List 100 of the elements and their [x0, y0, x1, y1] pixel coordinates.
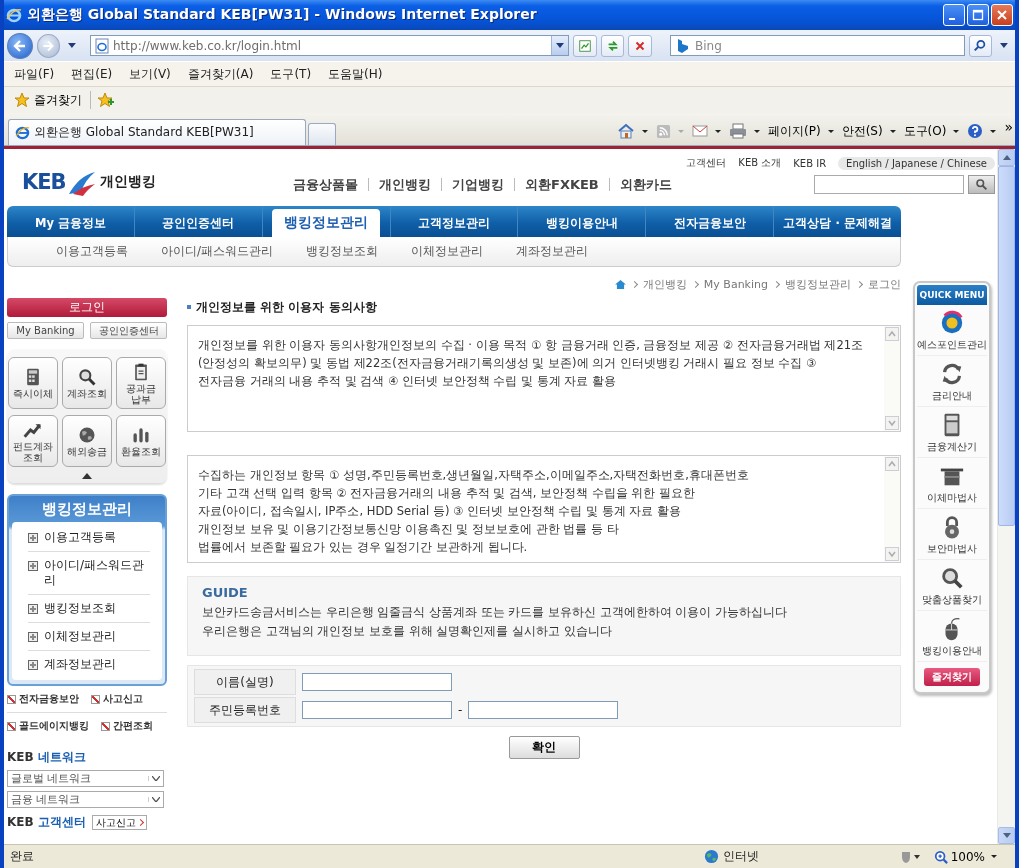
nav-tab[interactable]: 공인인증센터 — [158, 209, 239, 237]
caret-icon[interactable] — [1000, 43, 1008, 48]
dropdown-button[interactable] — [551, 36, 569, 55]
menu-item[interactable]: 도구(T) — [270, 65, 312, 83]
stop-button[interactable] — [628, 34, 652, 57]
search-button[interactable] — [968, 175, 995, 194]
sidebar-link[interactable]: 골드에이지뱅킹 — [7, 719, 89, 733]
main-link[interactable]: 외환FXKEB — [514, 178, 609, 191]
home-button[interactable] — [617, 123, 648, 139]
quick-menu-item[interactable]: 이체마법사 — [917, 458, 987, 509]
menu-item[interactable]: 보기(V) — [129, 65, 171, 83]
sidebar-link[interactable]: 간편조회 — [101, 719, 153, 733]
id-number-field[interactable] — [468, 701, 619, 719]
favorites-button[interactable]: 즐겨찾기 — [12, 91, 84, 109]
nav-tab[interactable]: My 금융정보 — [30, 209, 110, 237]
main-link[interactable]: 개인뱅킹 — [368, 178, 441, 191]
menu-item[interactable]: 파일(F) — [14, 65, 55, 83]
address-field[interactable]: http://www.keb.co.kr/login.html — [90, 35, 570, 56]
confirm-button[interactable]: 확인 — [508, 736, 580, 759]
main-link[interactable]: 외환카드 — [608, 178, 682, 191]
scroll-up-button[interactable] — [998, 149, 1015, 166]
top-link[interactable]: 고객센터 — [686, 156, 727, 170]
print-button[interactable] — [729, 123, 760, 139]
command-menu-button[interactable]: 안전(S) — [841, 122, 896, 140]
language-link[interactable]: English / Japanese / Chinese — [838, 156, 995, 170]
new-tab-button[interactable] — [308, 123, 336, 145]
browser-tab[interactable]: 외환은행 Global Standard KEB[PW31] — [8, 119, 306, 145]
scroll-down-button[interactable] — [998, 827, 1015, 844]
nav-tab[interactable]: 고객정보관리 — [414, 209, 494, 237]
menu-item[interactable]: 도움말(H) — [328, 65, 383, 83]
maximize-button[interactable] — [967, 4, 989, 26]
main-link[interactable]: 금융상품몰 — [293, 178, 368, 191]
quick-menu-item[interactable]: 금융계산기 — [917, 407, 987, 458]
name-field[interactable] — [302, 673, 452, 691]
sidebar-item[interactable]: 아이디/패스워드관리 — [28, 552, 150, 595]
search-field[interactable]: Bing — [669, 35, 965, 56]
close-button[interactable] — [991, 4, 1013, 26]
nav-tab[interactable]: 고객상담 · 문제해결 — [779, 209, 896, 237]
tab-button[interactable]: My Banking — [7, 322, 84, 339]
login-button[interactable]: 로그인 — [7, 298, 167, 317]
breadcrumb-link[interactable]: 뱅킹정보관리 — [785, 276, 851, 292]
shortcut-button[interactable]: 환율조회 — [116, 415, 166, 467]
sidebar-item[interactable]: 이용고객등록 — [28, 524, 150, 552]
quick-menu-item[interactable]: 맞춤상품찾기 — [917, 560, 987, 611]
shortcut-button[interactable]: 즉시이체 — [8, 357, 58, 409]
vertical-scrollbar[interactable] — [997, 149, 1015, 844]
sidebar-item[interactable]: 이체정보관리 — [28, 623, 150, 651]
main-link[interactable]: 기업뱅킹 — [441, 178, 514, 191]
command-menu-button[interactable]: 페이지(P) — [768, 122, 834, 140]
breadcrumb-link[interactable]: 개인뱅킹 — [642, 276, 687, 292]
command-menu-button[interactable]: 도구(O) — [903, 122, 960, 140]
forward-button[interactable] — [36, 33, 61, 58]
collapse-arrow-icon[interactable] — [82, 473, 92, 479]
bookmark-button[interactable]: 즐겨찾기 — [924, 668, 980, 686]
breadcrumb-link[interactable]: 로그인 — [868, 276, 901, 292]
sub-nav-link[interactable]: 아이디/패스워드관리 — [161, 243, 274, 260]
nav-tab[interactable]: 뱅킹정보관리 — [272, 209, 381, 237]
nav-tab[interactable]: 전자금융보안 — [669, 209, 750, 237]
more-commands-button[interactable]: » — [1004, 119, 1013, 135]
top-link[interactable]: KEB IR — [793, 157, 827, 169]
sidebar-link[interactable]: 전자금융보안 — [7, 692, 79, 706]
quick-menu-item[interactable]: 금리안내 — [917, 356, 987, 407]
add-favorite-button[interactable] — [97, 92, 115, 108]
mail-button[interactable] — [692, 125, 721, 137]
quick-menu-item[interactable]: 예스포인트관리 — [917, 305, 987, 356]
shortcut-button[interactable]: 계좌조회 — [62, 357, 112, 409]
caret-icon[interactable] — [68, 43, 76, 48]
back-button[interactable] — [7, 32, 33, 59]
sidebar-link[interactable]: 사고신고 — [91, 692, 143, 706]
sub-nav-link[interactable]: 계좌정보관리 — [516, 243, 589, 260]
sidebar-item[interactable]: 뱅킹정보조회 — [28, 595, 150, 623]
menu-item[interactable]: 즐겨찾기(A) — [187, 65, 254, 83]
shortcut-button[interactable]: 공과금 납부 — [116, 357, 166, 409]
shortcut-button[interactable]: 해외송금 — [62, 415, 112, 467]
sub-nav-link[interactable]: 뱅킹정보조회 — [306, 243, 379, 260]
tab-button[interactable]: 공인인증센터 — [90, 322, 167, 339]
home-icon[interactable] — [614, 279, 626, 289]
network-select[interactable]: 글로벌 네트워크 — [7, 770, 164, 787]
search-button[interactable] — [968, 34, 993, 57]
sub-nav-link[interactable]: 이용고객등록 — [56, 243, 128, 260]
report-button[interactable]: 사고신고 — [91, 815, 147, 830]
refresh-button[interactable] — [600, 34, 625, 57]
id-number-field[interactable] — [302, 701, 452, 719]
quick-menu-item[interactable]: 뱅킹이용안내 — [917, 611, 987, 662]
quick-menu-item[interactable]: 보안마법사 — [917, 509, 987, 560]
scroll-thumb[interactable] — [998, 166, 1015, 526]
minimize-button[interactable] — [943, 4, 965, 26]
logo-text[interactable]: KEB — [22, 169, 66, 194]
sub-nav-link[interactable]: 이체정보관리 — [411, 243, 484, 260]
help-button[interactable] — [967, 123, 997, 139]
network-select[interactable]: 금융 네트워크 — [7, 791, 164, 808]
breadcrumb-link[interactable]: My Banking — [703, 277, 768, 291]
menu-item[interactable]: 편집(E) — [71, 65, 113, 83]
site-search-field[interactable] — [814, 175, 964, 194]
sidebar-item[interactable]: 계좌정보관리 — [28, 651, 150, 678]
shortcut-button[interactable]: 펀드계좌 조회 — [8, 415, 58, 467]
protected-mode-icon[interactable] — [899, 849, 922, 864]
top-link[interactable]: KEB 소개 — [738, 156, 782, 170]
nav-tab[interactable]: 뱅킹이용안내 — [541, 209, 622, 237]
zoom-button[interactable]: 100% — [933, 849, 997, 864]
